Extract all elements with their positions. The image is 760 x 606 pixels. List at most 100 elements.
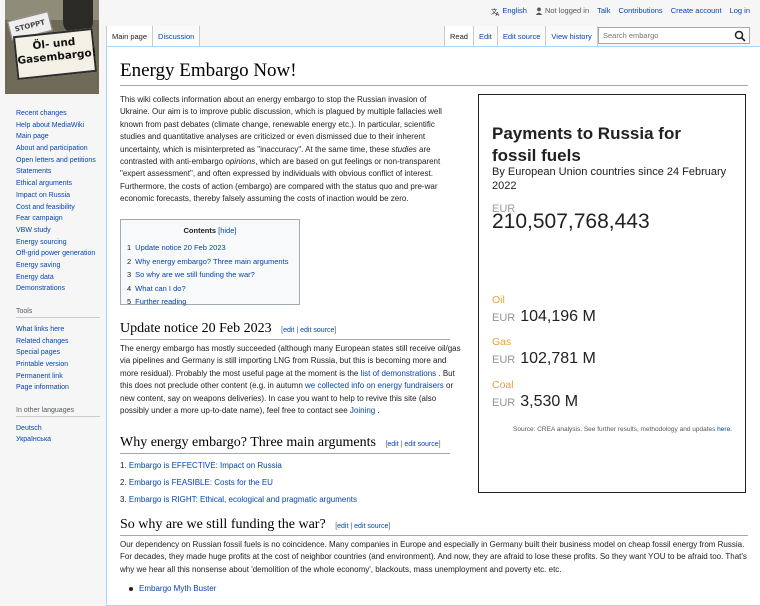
sidebar-item-printable-version[interactable]: Printable version — [16, 361, 100, 370]
sidebar-item-energy-data[interactable]: Energy data — [16, 274, 100, 283]
intro-opinions: opinions — [225, 157, 256, 167]
myth-buster-link[interactable]: Embargo Myth Buster — [139, 584, 216, 593]
sidebar-item-main-page[interactable]: Main page — [16, 133, 100, 142]
tab-main-page[interactable]: Main page — [106, 26, 153, 46]
section-edit-links: [edit | edit source] — [335, 523, 390, 530]
sidebar-item-help[interactable]: Help about MediaWiki — [16, 122, 100, 131]
sidebar-item-energy-saving[interactable]: Energy saving — [16, 262, 100, 271]
edit-section-link[interactable]: edit — [337, 523, 348, 530]
sidebar-item-demonstrations[interactable]: Demonstrations — [16, 285, 100, 294]
source-here-link[interactable]: here. — [717, 426, 732, 433]
toc-item[interactable]: 4 What can I do? — [127, 282, 299, 296]
not-logged-in-label: Not logged in — [544, 6, 590, 16]
toc-item-label[interactable]: Why energy embargo? Three main arguments — [135, 257, 288, 266]
sidebar-item-energy-sourcing[interactable]: Energy sourcing — [16, 239, 100, 248]
arguments-list: 1. Embargo is EFFECTIVE: Impact on Russi… — [120, 457, 357, 508]
joining-link[interactable]: Joining — [350, 406, 375, 415]
edit-source-section-link[interactable]: edit source — [300, 327, 334, 334]
toc-item-label[interactable]: Further reading — [135, 297, 186, 306]
edit-section-link[interactable]: edit — [283, 327, 294, 334]
create-account-link[interactable]: Create account — [671, 6, 722, 15]
sidebar-item-permanent-link[interactable]: Permanent link — [16, 373, 100, 382]
fuel-currency: EUR — [492, 312, 516, 324]
edit-source-section-link[interactable]: edit source — [404, 441, 438, 448]
intro-studies: studies — [391, 144, 417, 154]
language-label: English — [502, 6, 527, 15]
sidebar-item-page-information[interactable]: Page information — [16, 384, 100, 393]
edit-source-section-link[interactable]: edit source — [354, 523, 388, 530]
sidebar-item-open-letters[interactable]: Open letters and petitions — [16, 157, 100, 166]
tab-edit-source[interactable]: Edit source — [496, 26, 546, 46]
toc-item-label[interactable]: Update notice 20 Feb 2023 — [135, 243, 225, 252]
argument-feasible-link[interactable]: Embargo is FEASIBLE: Costs for the EU — [129, 478, 273, 487]
tab-view-history[interactable]: View history — [545, 26, 598, 46]
fuel-name: Oil — [492, 294, 505, 306]
toc-item-label[interactable]: What can I do? — [135, 284, 185, 293]
heading-text: Update notice 20 Feb 2023 — [120, 321, 272, 336]
fuel-oil: Oil EUR 104,196 M — [492, 294, 596, 326]
argument-effective-link[interactable]: Embargo is EFFECTIVE: Impact on Russia — [129, 461, 282, 470]
sidebar-item-statements[interactable]: Statements — [16, 168, 100, 177]
log-in-link[interactable]: Log in — [730, 6, 750, 15]
logo-sign: Öl- und Gasembargo! — [12, 27, 98, 81]
edit-section-link[interactable]: edit — [387, 441, 398, 448]
tab-edit[interactable]: Edit — [472, 26, 497, 46]
toc-item[interactable]: 1 Update notice 20 Feb 2023 — [127, 241, 299, 255]
table-of-contents: Contents [hide] 1 Update notice 20 Feb 20… — [120, 219, 300, 306]
fuel-gas: Gas EUR 102,781 M — [492, 336, 596, 368]
toc-hide-toggle[interactable]: [hide] — [218, 226, 236, 235]
tab-discussion[interactable]: Discussion — [152, 26, 201, 46]
sidebar-languages-heading: In other languages — [16, 407, 100, 417]
sidebar-item-ethical-arguments[interactable]: Ethical arguments — [16, 180, 100, 189]
section-heading-still-funding: So why are we still funding the war? [ed… — [120, 517, 748, 536]
sidebar-tools: What links here Related changes Special … — [16, 326, 100, 393]
toc-item[interactable]: 5 Further reading — [127, 295, 299, 309]
section-edit-links: [edit | edit source] — [385, 441, 440, 448]
toc-item[interactable]: 2 Why energy embargo? Three main argument… — [127, 255, 299, 269]
sidebar-item-what-links-here[interactable]: What links here — [16, 326, 100, 335]
list-item: Embargo Myth Buster — [129, 582, 216, 595]
sidebar-item-recent-changes[interactable]: Recent changes — [16, 110, 100, 119]
site-logo[interactable]: STOPPT Öl- und Gasembargo! — [5, 0, 99, 94]
still-funding-bullets: Embargo Myth Buster — [129, 582, 216, 595]
tab-read[interactable]: Read — [444, 26, 473, 46]
heading-text: So why are we still funding the war? — [120, 517, 326, 532]
view-tabs: Read Edit Edit source View history — [444, 26, 598, 46]
payments-title: Payments to Russia for fossil fuels — [492, 124, 681, 165]
sidebar-item-impact-on-russia[interactable]: Impact on Russia — [16, 192, 100, 201]
bracket-close: ] — [438, 441, 441, 448]
fuel-currency: EUR — [492, 354, 516, 366]
contributions-link[interactable]: Contributions — [618, 6, 662, 15]
fuel-amount: 104,196 M — [520, 308, 596, 325]
sidebar-tools-heading: Tools — [16, 308, 100, 318]
sidebar-item-ukrainian[interactable]: Українська — [16, 436, 100, 445]
energy-fundraisers-link[interactable]: we collected info on energy fundraisers — [305, 381, 444, 390]
sidebar-item-about[interactable]: About and participation — [16, 145, 100, 154]
source-text: Source: CREA analysis. See further resul… — [513, 426, 718, 433]
sidebar-item-deutsch[interactable]: Deutsch — [16, 425, 100, 434]
toc-title: Contents [hide] — [121, 226, 299, 235]
fuel-name: Coal — [492, 379, 514, 391]
update-paragraph: The energy embargo has mostly succeeded … — [120, 343, 465, 417]
talk-link[interactable]: Talk — [597, 6, 610, 15]
toc-item-label[interactable]: So why are we still funding the war? — [135, 270, 255, 279]
sidebar-item-off-grid[interactable]: Off-grid power generation — [16, 250, 100, 259]
argument-right-link[interactable]: Embargo is RIGHT: Ethical, ecological an… — [129, 495, 357, 504]
sidebar-item-special-pages[interactable]: Special pages — [16, 349, 100, 358]
payments-source: Source: CREA analysis. See further resul… — [492, 425, 732, 434]
page-title: Energy Embargo Now! — [120, 60, 748, 86]
sidebar-item-vbw-study[interactable]: VBW study — [16, 227, 100, 236]
language-selector[interactable]: 文 A English — [491, 6, 527, 18]
payments-widget: Payments to Russia for fossil fuels By E… — [478, 94, 746, 493]
bracket-close: ] — [334, 327, 337, 334]
search-input[interactable] — [599, 28, 737, 43]
sidebar-item-cost-feasibility[interactable]: Cost and feasibility — [16, 204, 100, 213]
sidebar-item-fear-campaign[interactable]: Fear campaign — [16, 215, 100, 224]
search-icon[interactable] — [734, 30, 746, 42]
list-of-demonstrations-link[interactable]: list of demonstrations — [361, 369, 437, 378]
sidebar-item-related-changes[interactable]: Related changes — [16, 338, 100, 347]
list-item: 1. Embargo is EFFECTIVE: Impact on Russi… — [120, 461, 282, 470]
fuel-amount-row: EUR 102,781 M — [492, 350, 596, 368]
sidebar-languages: Deutsch Українська — [16, 425, 100, 445]
toc-item[interactable]: 3 So why are we still funding the war? — [127, 268, 299, 282]
